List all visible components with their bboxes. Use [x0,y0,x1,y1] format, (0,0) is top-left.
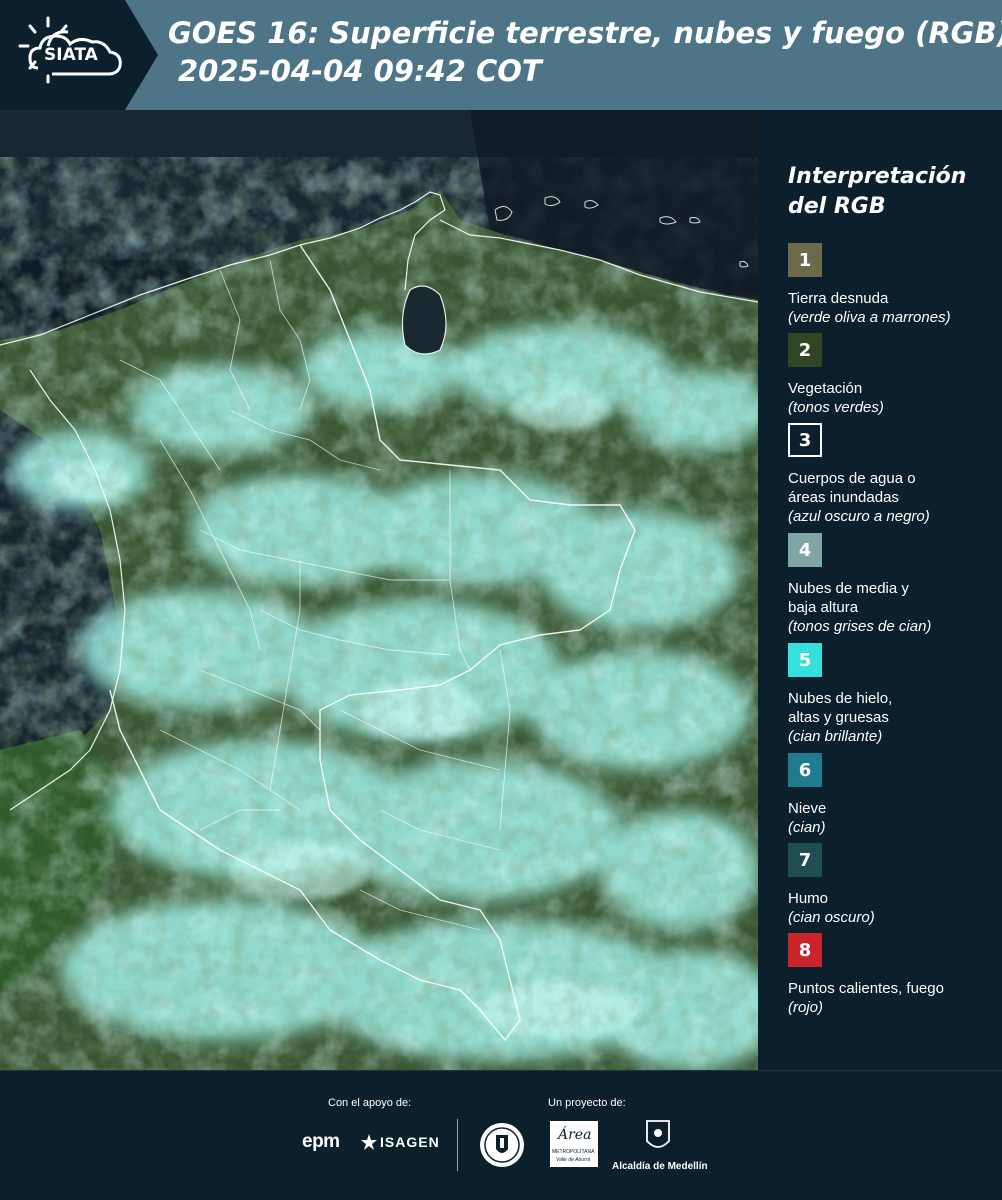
legend-note-2: (tonos verdes) [788,399,884,416]
legend-note-4: (tonos grises de cian) [788,618,932,635]
footer-divider [457,1119,458,1171]
legend-note-3: (azul oscuro a negro) [788,508,930,525]
legend-label-8: Puntos calientes, fuego [788,980,944,997]
legend-item-4: 4 Nubes de media y baja altura (tonos gr… [788,533,998,636]
page-title: GOES 16: Superficie terrestre, nubes y f… [168,14,1002,90]
title-line-1: GOES 16: Superficie terrestre, nubes y f… [168,16,1002,50]
seal-icon[interactable] [478,1121,526,1169]
legend-title-line-2: del RGB [788,194,886,219]
legend-item-8: 8 Puntos calientes, fuego (rojo) [788,933,998,1017]
legend-panel: Interpretación del RGB 1 Tierra desnuda … [758,110,1002,1070]
header-bar: SIATA GOES 16: Superficie terrestre, nub… [0,0,1002,110]
legend-swatch-8: 8 [788,933,822,967]
legend-item-3: 3 Cuerpos de agua o áreas inundadas (azu… [788,423,998,526]
epm-logo[interactable]: epm [302,1131,340,1153]
legend-label-6: Nieve [788,800,827,817]
legend-item-2: 2 Vegetación (tonos verdes) [788,333,998,417]
legend-label-5: Nubes de hielo, altas y gruesas [788,690,893,726]
legend-label-7: Humo [788,890,829,907]
siata-logo[interactable]: SIATA [0,0,160,110]
legend-item-5: 5 Nubes de hielo, altas y gruesas (cian … [788,643,998,746]
legend-title: Interpretación del RGB [788,162,998,222]
legend-item-1: 1 Tierra desnuda (verde oliva a marrones… [788,243,998,327]
legend-swatch-6: 6 [788,753,822,787]
area-logo-sub2: Valle de Aburrá [556,1157,591,1163]
isagen-logo[interactable]: ISAGEN [380,1134,440,1150]
area-logo-text: Área [558,1127,592,1143]
siata-logo-text: SIATA [44,45,98,65]
alcaldia-logo[interactable]: Alcaldía de Medellín [612,1161,708,1172]
legend-note-1: (verde oliva a marrones) [788,309,951,326]
legend-note-8: (rojo) [788,999,824,1016]
title-line-2-timestamp: 2025-04-04 09:42 COT [178,54,542,88]
legend-swatch-3: 3 [788,423,822,457]
legend-swatch-1: 1 [788,243,822,277]
legend-item-7: 7 Humo (cian oscuro) [788,843,998,927]
area-metropolitana-logo[interactable]: Área METROPOLITANA Valle de Aburrá [550,1121,598,1167]
area-logo-sub: METROPOLITANA [552,1149,595,1155]
legend-item-6: 6 Nieve (cian) [788,753,998,837]
legend-label-1: Tierra desnuda [788,290,889,307]
legend-title-line-1: Interpretación [788,164,967,189]
legend-swatch-2: 2 [788,333,822,367]
legend-label-3: Cuerpos de agua o áreas inundadas [788,470,916,506]
legend-note-7: (cian oscuro) [788,909,875,926]
legend-swatch-5: 5 [788,643,822,677]
satellite-map[interactable] [0,110,758,1070]
project-caption: Un proyecto de: [548,1097,626,1109]
satellite-image [0,110,758,1070]
legend-label-4: Nubes de media y baja altura [788,580,909,616]
legend-swatch-4: 4 [788,533,822,567]
legend-swatch-7: 7 [788,843,822,877]
isagen-star-icon [361,1134,377,1150]
legend-note-6: (cian) [788,819,826,836]
support-caption: Con el apoyo de: [328,1097,412,1109]
footer-bar: Con el apoyo de: Un proyecto de: epm ISA… [0,1070,1002,1200]
alcaldia-shield-icon [646,1120,670,1148]
legend-note-5: (cian brillante) [788,728,883,745]
legend-label-2: Vegetación [788,380,863,397]
